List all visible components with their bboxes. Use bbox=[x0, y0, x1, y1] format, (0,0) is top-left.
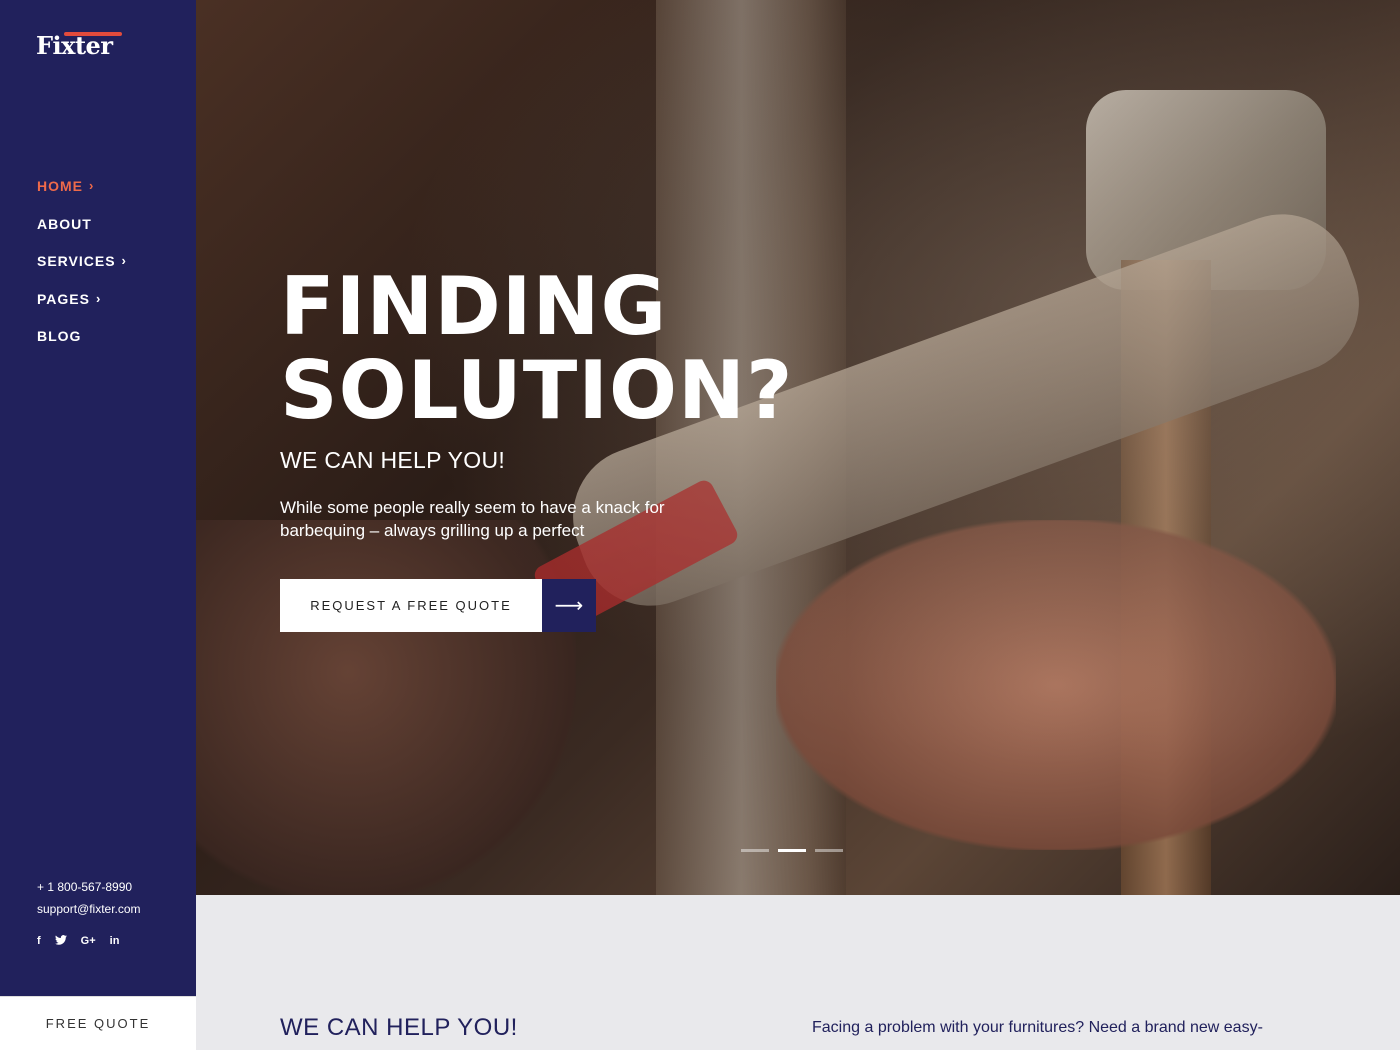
chevron-right-icon: › bbox=[121, 253, 127, 268]
nav-item-pages[interactable]: PAGES › bbox=[37, 291, 127, 329]
intro-heading: WE CAN HELP YOU! bbox=[280, 1014, 518, 1041]
facebook-icon[interactable]: f bbox=[37, 935, 41, 948]
hero-description: While some people really seem to have a … bbox=[280, 496, 740, 542]
chevron-right-icon: › bbox=[89, 178, 95, 193]
social-links: f G+ in bbox=[37, 935, 119, 948]
nav-item-label: PAGES bbox=[37, 290, 90, 307]
nav-item-label: ABOUT bbox=[37, 215, 92, 232]
phone-number[interactable]: + 1 800-567-8990 bbox=[37, 876, 141, 898]
request-quote-button[interactable]: REQUEST A FREE QUOTE ⟶ bbox=[280, 579, 596, 632]
chevron-right-icon: › bbox=[95, 290, 102, 306]
slider-dot[interactable] bbox=[741, 849, 769, 852]
hero-description-line: barbequing – always grilling up a perfec… bbox=[280, 521, 585, 540]
sidebar: Fixter HOME › ABOUT SERVICES › PAGES › B… bbox=[0, 0, 196, 1050]
nav-item-label: BLOG bbox=[37, 328, 82, 344]
nav-item-services[interactable]: SERVICES › bbox=[37, 253, 127, 291]
hero-subtitle: WE CAN HELP YOU! bbox=[280, 447, 506, 473]
slider-dot[interactable] bbox=[815, 849, 843, 852]
hero-slider: FINDING SOLUTION? WE CAN HELP YOU! While… bbox=[196, 0, 1400, 895]
nav-item-label: SERVICES bbox=[37, 253, 116, 269]
hero-title-line: FINDING bbox=[280, 260, 668, 353]
twitter-icon[interactable] bbox=[54, 935, 67, 948]
email-address[interactable]: support@fixter.com bbox=[37, 898, 141, 920]
nav-item-blog[interactable]: BLOG bbox=[37, 328, 127, 366]
hero-description-line: While some people really seem to have a … bbox=[280, 498, 665, 517]
contact-info: + 1 800-567-8990 support@fixter.com bbox=[37, 876, 141, 920]
request-quote-label: REQUEST A FREE QUOTE bbox=[280, 579, 542, 632]
arrow-right-icon: ⟶ bbox=[542, 579, 596, 632]
hero-title: FINDING SOLUTION? bbox=[280, 265, 793, 433]
nav-item-about[interactable]: ABOUT bbox=[37, 216, 127, 254]
logo-wrench-mark bbox=[64, 32, 122, 36]
main-nav: HOME › ABOUT SERVICES › PAGES › BLOG bbox=[37, 178, 127, 366]
slider-dot-active[interactable] bbox=[778, 849, 806, 852]
hero-title-line: SOLUTION? bbox=[280, 344, 794, 437]
logo[interactable]: Fixter bbox=[36, 30, 122, 60]
nav-item-home[interactable]: HOME › bbox=[37, 178, 127, 216]
slider-pagination bbox=[741, 849, 843, 852]
intro-text: Facing a problem with your furnitures? N… bbox=[812, 1019, 1263, 1036]
linkedin-icon[interactable]: in bbox=[110, 935, 120, 948]
free-quote-button[interactable]: FREE QUOTE bbox=[0, 996, 196, 1050]
google-plus-icon[interactable]: G+ bbox=[81, 935, 96, 948]
nav-item-label: HOME bbox=[37, 178, 83, 194]
hero-content: FINDING SOLUTION? WE CAN HELP YOU! While… bbox=[280, 265, 793, 542]
